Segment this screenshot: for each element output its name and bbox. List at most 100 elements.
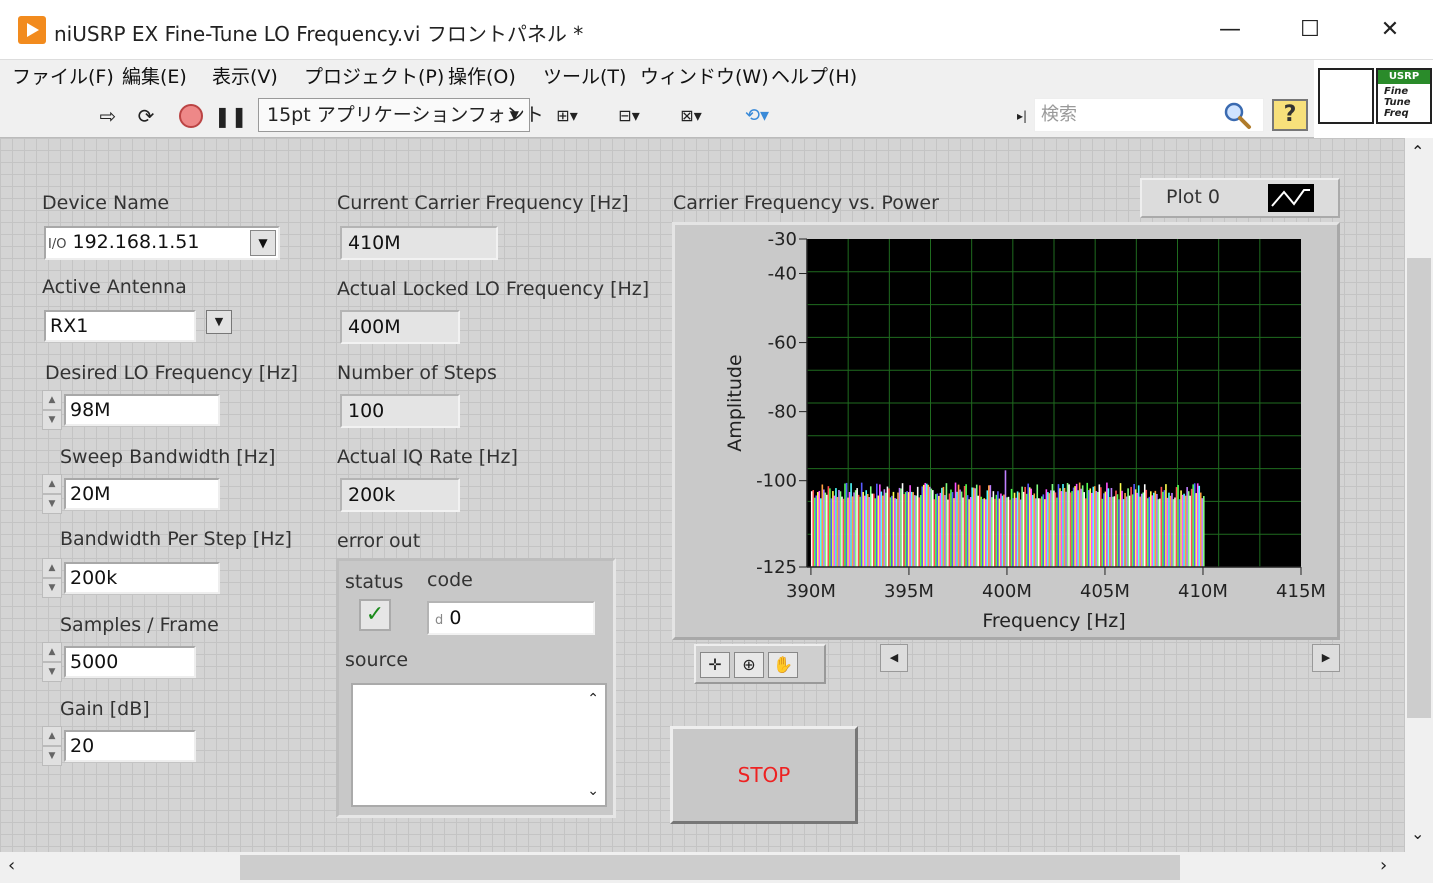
spectrum-bar <box>1162 491 1164 567</box>
plot-line-style-icon[interactable] <box>1268 184 1314 212</box>
spectrum-bar <box>965 484 967 567</box>
vertical-scroll-thumb[interactable] <box>1407 258 1431 718</box>
scroll-left-icon[interactable]: ◀ <box>880 644 908 672</box>
increment-icon[interactable]: ▲ <box>42 558 62 578</box>
increment-icon[interactable]: ▲ <box>42 390 62 410</box>
menu-file[interactable]: ファイル(F) <box>12 62 114 89</box>
pan-hand-icon[interactable]: ✋ <box>768 652 798 678</box>
maximize-button[interactable]: ☐ <box>1290 14 1330 46</box>
close-button[interactable]: ✕ <box>1370 14 1410 46</box>
scroll-down-icon[interactable]: ⌄ <box>1411 824 1424 843</box>
spectrum-bar <box>883 489 886 567</box>
chevron-down-icon[interactable]: ▼ <box>206 310 232 334</box>
menu-window[interactable]: ウィンドウ(W) <box>640 62 769 89</box>
actual-lo-indicator: 400M <box>340 310 460 344</box>
vi-icon-line: Fine <box>1384 86 1409 97</box>
spectrum-bar <box>924 482 927 567</box>
menu-view[interactable]: 表示(V) <box>212 62 278 89</box>
samples-frame-stepper[interactable]: ▲ ▼ <box>42 642 62 682</box>
spectrum-bar <box>1145 489 1148 567</box>
menu-edit[interactable]: 編集(E) <box>122 62 187 89</box>
run-continuously-icon[interactable]: ⟳ <box>132 103 160 129</box>
menu-tools[interactable]: ツール(T) <box>543 62 626 89</box>
abort-execution-icon[interactable] <box>176 103 206 129</box>
zoom-icon[interactable]: ⊕ <box>734 652 764 678</box>
bw-per-step-input[interactable]: 200k <box>64 562 220 594</box>
cursor-crosshair-icon[interactable]: ✛ <box>700 652 730 678</box>
samples-frame-input[interactable]: 5000 <box>64 646 196 678</box>
horizontal-scroll-thumb[interactable] <box>240 855 1180 880</box>
sweep-bw-label: Sweep Bandwidth [Hz] <box>60 446 276 468</box>
sweep-bw-stepper[interactable]: ▲ ▼ <box>42 474 62 514</box>
decrement-icon[interactable]: ▼ <box>42 494 62 514</box>
context-help-button[interactable]: ? <box>1272 99 1308 131</box>
spectrum-bar <box>906 491 908 567</box>
desired-lo-stepper[interactable]: ▲ ▼ <box>42 390 62 430</box>
spectrum-bar <box>950 489 952 567</box>
gain-input[interactable]: 20 <box>64 730 196 762</box>
sweep-bw-input[interactable]: 20M <box>64 478 220 510</box>
scroll-left-icon[interactable]: ‹ <box>8 855 15 876</box>
resize-objects-icon[interactable]: ⊠▾ <box>668 103 714 129</box>
decrement-icon[interactable]: ▼ <box>42 746 62 766</box>
spectrum-bar <box>951 492 954 567</box>
distribute-objects-icon[interactable]: ⊟▾ <box>606 103 652 129</box>
spectrum-bar <box>1140 493 1143 567</box>
spectrum-bar <box>1148 496 1151 567</box>
decrement-icon[interactable]: ▼ <box>42 410 62 430</box>
spectrum-bar <box>904 492 907 567</box>
menu-operate[interactable]: 操作(O) <box>448 62 516 89</box>
spectrum-bar <box>1142 492 1145 567</box>
connector-pane-icon[interactable] <box>1318 68 1374 124</box>
increment-icon[interactable]: ▲ <box>42 474 62 494</box>
vi-icon[interactable]: USRP Fine Tune Freq <box>1376 68 1432 124</box>
error-source-label: source <box>345 649 409 671</box>
spectrum-bar <box>901 483 904 567</box>
spectrum-bar <box>841 496 843 567</box>
spectrum-bar <box>876 483 878 567</box>
chevron-down-icon[interactable]: ▼ <box>250 230 276 256</box>
increment-icon[interactable]: ▲ <box>42 726 62 746</box>
spectrum-bar <box>991 497 993 567</box>
spectrum-bar <box>1089 488 1092 567</box>
active-antenna-control[interactable]: RX1 <box>44 310 196 342</box>
align-objects-icon[interactable]: ⊞▾ <box>544 103 590 129</box>
spectrum-bar <box>1107 488 1110 567</box>
scroll-down-icon[interactable]: ⌄ <box>587 783 599 799</box>
gain-stepper[interactable]: ▲ ▼ <box>42 726 62 766</box>
spectrum-bar <box>1068 484 1070 567</box>
spectrum-bar <box>1053 490 1055 567</box>
spectrum-bar <box>957 484 960 567</box>
spectrum-bar <box>927 484 930 567</box>
scroll-right-icon[interactable]: › <box>1380 855 1387 876</box>
menu-help[interactable]: ヘルプ(H) <box>771 62 857 89</box>
decrement-icon[interactable]: ▼ <box>42 578 62 598</box>
menu-project[interactable]: プロジェクト(P) <box>304 62 444 89</box>
minimize-button[interactable]: — <box>1210 14 1250 46</box>
desired-lo-input[interactable]: 98M <box>64 394 220 426</box>
spectrum-bar <box>1006 497 1008 567</box>
spectrum-bar <box>850 483 852 567</box>
plot-legend[interactable]: Plot 0 <box>1140 178 1340 218</box>
stop-button[interactable]: STOP <box>670 726 858 824</box>
spectrum-bar <box>1168 492 1170 567</box>
spectrum-bar <box>1033 493 1036 567</box>
pause-icon[interactable]: ❚❚ <box>214 103 248 129</box>
search-expand-icon[interactable]: ▸| <box>1014 103 1030 129</box>
scroll-right-icon[interactable]: ▶ <box>1312 644 1340 672</box>
font-select[interactable]: 15pt アプリケーションフォント ▼ <box>258 98 544 132</box>
spectrum-bar <box>862 491 864 567</box>
spectrum-bar <box>854 490 857 567</box>
scroll-up-icon[interactable]: ⌃ <box>1411 142 1424 161</box>
increment-icon[interactable]: ▲ <box>42 642 62 662</box>
reorder-icon[interactable]: ⟲▾ <box>732 103 782 129</box>
search-icon[interactable] <box>1222 100 1252 130</box>
decrement-icon[interactable]: ▼ <box>42 662 62 682</box>
spectrum-bar <box>960 491 963 567</box>
scroll-up-icon[interactable]: ⌃ <box>587 691 599 707</box>
waveform-graph[interactable]: -30 -40 -60 -80 -100 -125 390M 395M 400M 405M 410M… <box>672 222 1340 640</box>
device-name-control[interactable]: I/O 192.168.1.51 ▼ <box>44 226 280 260</box>
bw-per-step-stepper[interactable]: ▲ ▼ <box>42 558 62 598</box>
spectrum-bar <box>839 491 842 567</box>
run-arrow-icon[interactable]: ⇨ <box>94 103 122 129</box>
